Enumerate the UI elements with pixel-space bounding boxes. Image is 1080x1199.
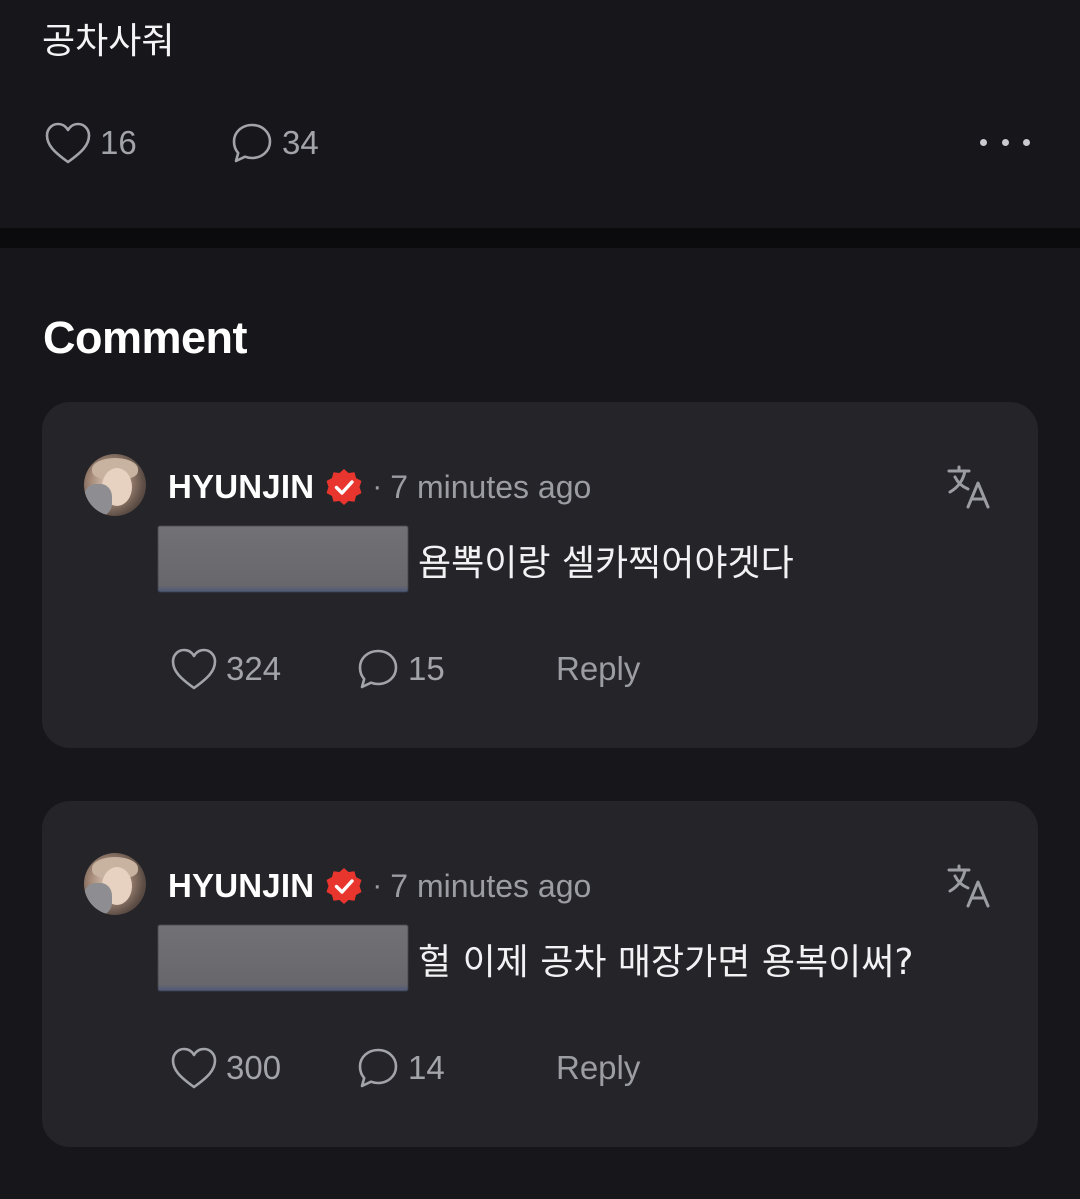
more-dot [1023,138,1030,146]
heart-icon [171,1047,217,1089]
post-like-count: 16 [100,124,137,161]
speech-bubble-icon [358,1048,398,1088]
comment-timestamp: 7 minutes ago [390,468,592,505]
comment-text: 헐 이제 공차 매장가면 용복이써? [418,942,914,983]
comment-text: 욤뽁이랑 셀카찍어야겟다 [418,543,794,584]
comment-reply-count-button[interactable]: 14 [356,1043,445,1093]
comment-header: HYUNJIN · 7 minutes ago [168,863,591,909]
post-comment-button[interactable]: 34 [230,118,319,168]
blurred-mention [158,526,408,592]
more-dot [980,138,987,146]
comment-actions: 324 15 Reply [170,644,770,694]
comment-reply-count: 15 [408,650,445,687]
section-divider [0,228,1080,248]
comment-header: HYUNJIN · 7 minutes ago [168,464,591,510]
translate-icon[interactable] [946,863,992,909]
post-text: 공차사줘 [42,21,175,62]
speech-bubble-icon [232,123,272,163]
separator-dot: · [372,869,383,902]
more-dots-icon[interactable] [980,130,1030,154]
speech-bubble-icon [358,649,398,689]
comment-actions: 300 14 Reply [170,1043,770,1093]
verified-badge-icon [326,868,362,904]
heart-icon [171,648,217,690]
comment-timestamp: 7 minutes ago [390,867,592,904]
avatar-cat [84,484,112,516]
comment-like-count: 300 [226,1049,282,1086]
post-actions: 16 34 [44,118,1034,168]
comment-reply-count-button[interactable]: 15 [356,644,445,694]
separator-dot: · [372,470,383,503]
post: 공차사줘 16 34 [0,0,1080,228]
comment-username[interactable]: HYUNJIN [168,468,314,506]
comment-username[interactable]: HYUNJIN [168,867,314,905]
avatar[interactable] [84,853,146,915]
verified-badge-icon [326,469,362,505]
comments-heading: Comment [43,312,248,363]
comment-like-button[interactable]: 300 [170,1043,281,1093]
avatar-cat [84,883,112,915]
comment-reply-count: 14 [408,1049,445,1086]
avatar[interactable] [84,454,146,516]
heart-icon [45,122,91,164]
post-comment-count: 34 [282,124,319,161]
reply-button[interactable]: Reply [556,1043,640,1093]
reply-button[interactable]: Reply [556,644,640,694]
comment-like-count: 324 [226,650,282,687]
post-like-button[interactable]: 16 [44,118,137,168]
more-dot [1001,138,1009,146]
translate-icon[interactable] [946,464,992,510]
comment-like-button[interactable]: 324 [170,644,281,694]
comment-card: HYUNJIN · 7 minutes ago 헐 이제 공차 매장가면 용복이… [42,801,1038,1147]
blurred-mention [158,925,408,991]
comment-card: HYUNJIN · 7 minutes ago 욤뽁이랑 셀카찍어야겟다 324 [42,402,1038,748]
